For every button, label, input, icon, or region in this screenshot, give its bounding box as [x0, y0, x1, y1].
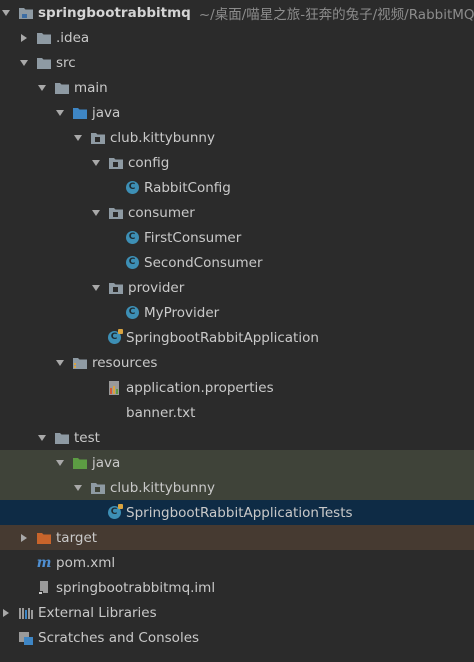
tree-node[interactable]: main — [0, 75, 474, 100]
tree-node[interactable]: application.properties — [0, 375, 474, 400]
properties-file-icon — [106, 380, 122, 396]
tree-node-label: banner.txt — [126, 404, 196, 421]
tree-node[interactable]: target — [0, 525, 474, 550]
tree-node-label: test — [74, 429, 100, 446]
tree-node-label: pom.xml — [56, 554, 116, 571]
tree-node[interactable]: java — [0, 450, 474, 475]
tree-node[interactable]: test — [0, 425, 474, 450]
tree-node-label: java — [92, 104, 121, 121]
tree-node-project-root[interactable]: springbootrabbitmq ~/桌面/喵星之旅-狂奔的兔子/视频/Ra… — [0, 0, 474, 25]
collapsed-arrow-icon[interactable] — [18, 532, 30, 544]
tree-node-label: SpringbootRabbitApplication — [126, 329, 319, 346]
expanded-arrow-icon[interactable] — [0, 7, 12, 19]
expanded-arrow-icon[interactable] — [72, 132, 84, 144]
project-tree: springbootrabbitmq ~/桌面/喵星之旅-狂奔的兔子/视频/Ra… — [0, 0, 474, 662]
expanded-arrow-icon[interactable] — [90, 157, 102, 169]
libraries-icon — [18, 605, 34, 621]
tree-node-label: FirstConsumer — [144, 229, 242, 246]
folder-icon — [36, 30, 52, 46]
tree-node-label: config — [128, 154, 170, 171]
collapsed-arrow-icon[interactable] — [18, 32, 30, 44]
tree-node[interactable]: C RabbitConfig — [0, 175, 474, 200]
class-icon: C — [124, 305, 140, 321]
test-source-folder-icon — [72, 455, 88, 471]
tree-node[interactable]: C FirstConsumer — [0, 225, 474, 250]
expanded-arrow-icon[interactable] — [36, 432, 48, 444]
excluded-folder-icon — [36, 530, 52, 546]
tree-node[interactable]: src — [0, 50, 474, 75]
tree-node[interactable]: m pom.xml — [0, 550, 474, 575]
tree-node-label: resources — [92, 354, 158, 371]
tree-node-label: RabbitConfig — [144, 179, 231, 196]
tree-node[interactable]: banner.txt — [0, 400, 474, 425]
expanded-arrow-icon[interactable] — [90, 207, 102, 219]
tree-node-label: External Libraries — [38, 604, 157, 621]
expanded-arrow-icon[interactable] — [54, 357, 66, 369]
package-icon — [90, 480, 106, 496]
tree-node-label: application.properties — [126, 379, 274, 396]
expanded-arrow-icon[interactable] — [54, 107, 66, 119]
tree-node-label: club.kittybunny — [110, 129, 215, 146]
tree-node[interactable]: config — [0, 150, 474, 175]
tree-node[interactable]: C SecondConsumer — [0, 250, 474, 275]
tree-node[interactable]: provider — [0, 275, 474, 300]
expanded-arrow-icon[interactable] — [72, 482, 84, 494]
class-icon: C — [124, 255, 140, 271]
tree-node[interactable]: consumer — [0, 200, 474, 225]
tree-node[interactable]: club.kittybunny — [0, 475, 474, 500]
source-folder-icon — [72, 105, 88, 121]
tree-node-label: SpringbootRabbitApplicationTests — [126, 504, 353, 521]
tree-node-label: SecondConsumer — [144, 254, 263, 271]
tree-node[interactable]: Scratches and Consoles — [0, 625, 474, 650]
tree-node-label: target — [56, 529, 98, 546]
collapsed-arrow-icon[interactable] — [0, 607, 12, 619]
tree-node-label: .idea — [56, 29, 90, 46]
expanded-arrow-icon[interactable] — [90, 282, 102, 294]
project-name: springbootrabbitmq — [38, 4, 191, 21]
tree-node[interactable]: C SpringbootRabbitApplication — [0, 325, 474, 350]
tree-node[interactable]: resources — [0, 350, 474, 375]
tree-node-label: springbootrabbitmq.iml — [56, 579, 216, 596]
package-icon — [108, 155, 124, 171]
tree-node[interactable]: C MyProvider — [0, 300, 474, 325]
tree-node-label: Scratches and Consoles — [38, 629, 200, 646]
scratches-icon — [18, 630, 34, 646]
tree-node[interactable]: springbootrabbitmq.iml — [0, 575, 474, 600]
package-icon — [108, 280, 124, 296]
package-icon — [108, 205, 124, 221]
folder-icon — [36, 55, 52, 71]
tree-node[interactable]: java — [0, 100, 474, 125]
iml-file-icon — [36, 580, 52, 596]
tree-node[interactable]: External Libraries — [0, 600, 474, 625]
module-folder-icon — [18, 5, 34, 21]
tree-node-label: consumer — [128, 204, 195, 221]
expanded-arrow-icon[interactable] — [18, 57, 30, 69]
tree-node[interactable]: club.kittybunny — [0, 125, 474, 150]
spring-class-icon: C — [106, 504, 123, 521]
class-icon: C — [124, 230, 140, 246]
spring-class-icon: C — [106, 329, 123, 346]
tree-node-label: src — [56, 54, 76, 71]
class-icon: C — [124, 180, 140, 196]
package-icon — [90, 130, 106, 146]
tree-node-label: java — [92, 454, 121, 471]
folder-icon — [54, 430, 70, 446]
tree-node-label: provider — [128, 279, 185, 296]
maven-icon: m — [36, 554, 52, 571]
expanded-arrow-icon[interactable] — [36, 82, 48, 94]
project-path: ~/桌面/喵星之旅-狂奔的兔子/视频/RabbitMQ — [198, 6, 474, 23]
tree-node-label: club.kittybunny — [110, 479, 215, 496]
tree-node-label: main — [74, 79, 108, 96]
tree-node-selected[interactable]: C SpringbootRabbitApplicationTests — [0, 500, 474, 525]
text-file-icon — [106, 405, 122, 421]
expanded-arrow-icon[interactable] — [54, 457, 66, 469]
tree-node[interactable]: .idea — [0, 25, 474, 50]
folder-icon — [54, 80, 70, 96]
resources-folder-icon — [72, 355, 88, 371]
tree-node-label: MyProvider — [144, 304, 220, 321]
